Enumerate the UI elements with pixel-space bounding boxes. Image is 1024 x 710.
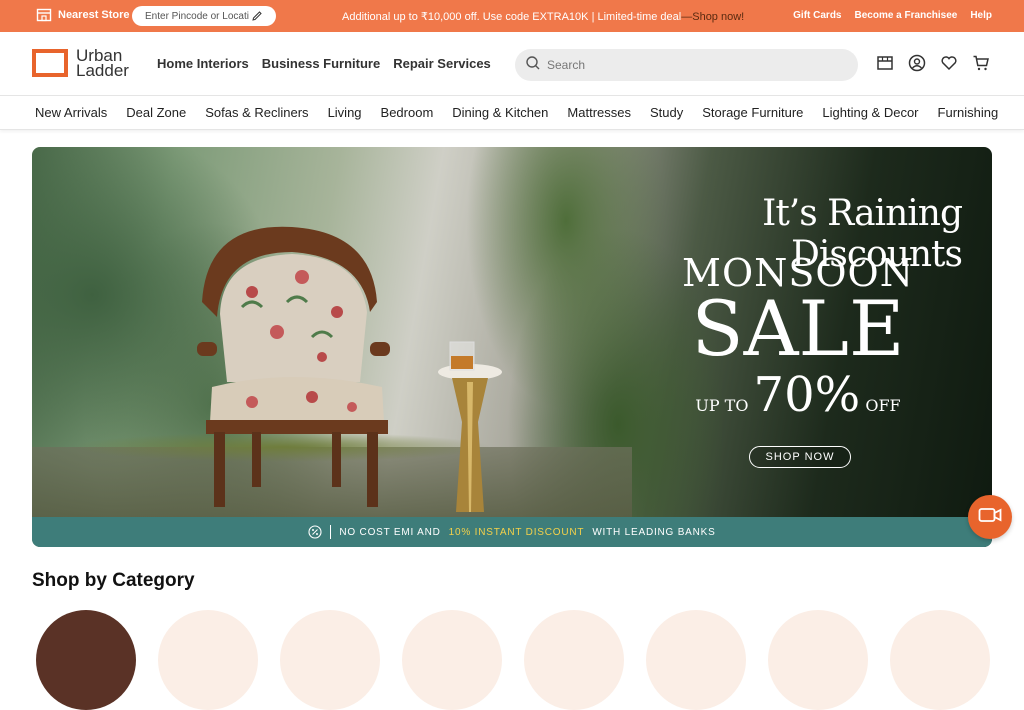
promo-shop-now-link[interactable]: —Shop now! [681, 11, 744, 23]
category-carousel [36, 610, 996, 710]
category-study[interactable]: Study [650, 105, 683, 120]
category-tile[interactable] [890, 610, 990, 710]
emi-highlight: 10% INSTANT DISCOUNT [448, 526, 585, 538]
logo-text: Urban Ladder [76, 47, 129, 80]
wishlist-icon[interactable] [940, 54, 958, 72]
urban-ladder-logo[interactable]: Urban Ladder [32, 47, 129, 80]
banner-percent: 70% [753, 367, 861, 423]
promo-message: Additional up to ₹10,000 off. Use code E… [342, 10, 744, 23]
search-bar[interactable] [515, 49, 858, 81]
category-tile[interactable] [402, 610, 502, 710]
nav-home-interiors[interactable]: Home Interiors [157, 56, 249, 71]
become-franchisee-link[interactable]: Become a Franchisee [855, 10, 958, 21]
category-lighting-decor[interactable]: Lighting & Decor [822, 105, 918, 120]
top-promo-bar: Nearest Store - Additional up to ₹10,000… [0, 0, 1024, 32]
site-header: Urban Ladder Home Interiors Business Fur… [0, 32, 1024, 96]
category-tile[interactable] [280, 610, 380, 710]
emi-text-2: WITH LEADING BANKS [592, 526, 716, 538]
main-nav: Home Interiors Business Furniture Repair… [157, 56, 491, 71]
cart-icon[interactable] [972, 54, 990, 72]
account-icon[interactable] [908, 54, 926, 72]
category-bedroom[interactable]: Bedroom [381, 105, 434, 120]
emi-divider [330, 525, 332, 539]
search-icon [525, 55, 541, 76]
header-icons [876, 54, 990, 72]
pencil-icon[interactable] [251, 10, 263, 22]
banner-off: OFF [865, 396, 901, 415]
logo-mark-icon [32, 49, 68, 77]
store-locator-icon[interactable] [876, 54, 894, 72]
category-dining-kitchen[interactable]: Dining & Kitchen [452, 105, 548, 120]
promo-text: Additional up to ₹10,000 off. Use code E… [342, 11, 682, 23]
category-mattresses[interactable]: Mattresses [567, 105, 631, 120]
gift-cards-link[interactable]: Gift Cards [793, 10, 841, 21]
store-icon [36, 7, 52, 23]
pincode-field[interactable] [132, 6, 276, 26]
category-deal-zone[interactable]: Deal Zone [126, 105, 186, 120]
help-link[interactable]: Help [970, 10, 992, 21]
category-tile[interactable] [646, 610, 746, 710]
category-tile[interactable] [524, 610, 624, 710]
category-tile[interactable] [768, 610, 868, 710]
category-living[interactable]: Living [328, 105, 362, 120]
armchair-and-side-table-image [197, 226, 502, 512]
pincode-input[interactable] [145, 10, 249, 22]
top-links: Gift Cards Become a Franchisee Help [793, 10, 992, 21]
emi-text-1: NO COST EMI AND [339, 526, 441, 538]
category-new-arrivals[interactable]: New Arrivals [35, 105, 107, 120]
nav-business-furniture[interactable]: Business Furniture [262, 56, 380, 71]
nav-repair-services[interactable]: Repair Services [393, 56, 491, 71]
logo-line-2: Ladder [76, 61, 129, 80]
category-nav: New Arrivals Deal Zone Sofas & Recliners… [0, 96, 1024, 130]
category-storage-furniture[interactable]: Storage Furniture [702, 105, 803, 120]
video-call-button[interactable] [968, 495, 1012, 539]
video-camera-icon [978, 506, 1002, 529]
category-tile[interactable] [36, 610, 136, 710]
search-input[interactable] [547, 58, 837, 72]
category-furnishing[interactable]: Furnishing [938, 105, 999, 120]
nearest-store-label: Nearest Store - [58, 9, 137, 21]
emi-offer-strip: NO COST EMI AND 10% INSTANT DISCOUNT WIT… [32, 517, 992, 547]
category-sofas-recliners[interactable]: Sofas & Recliners [205, 105, 308, 120]
shop-now-button[interactable]: SHOP NOW [749, 446, 851, 468]
nearest-store[interactable]: Nearest Store - [36, 7, 136, 23]
hero-banner[interactable]: It’s Raining Discounts MONSOON SALE UP T… [32, 147, 992, 547]
banner-up-to: UP TO [695, 396, 749, 415]
discount-percent-icon [308, 525, 322, 539]
shop-by-category-title: Shop by Category [32, 570, 195, 591]
banner-discount: UP TO 70% OFF [592, 367, 992, 423]
banner-sale: SALE [691, 284, 905, 373]
category-tile[interactable] [158, 610, 258, 710]
